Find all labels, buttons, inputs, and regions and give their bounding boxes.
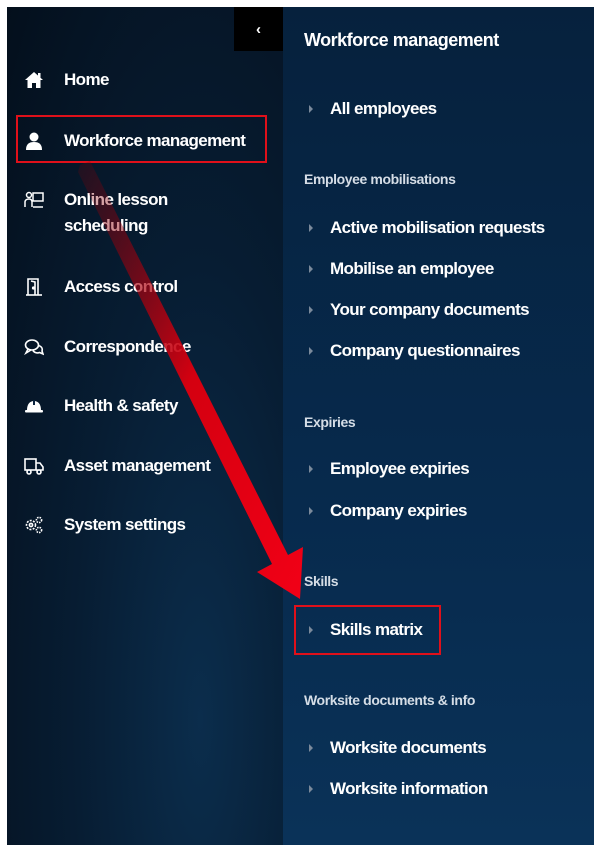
app-window: ‹ Home Workforce management Online lesso… bbox=[7, 7, 594, 845]
caret-right-icon bbox=[309, 507, 313, 515]
caret-right-icon bbox=[309, 265, 313, 273]
sidebar-item-health-safety[interactable]: Health & safety bbox=[7, 393, 283, 421]
submenu-link-employee-expiries[interactable]: Employee expiries bbox=[304, 456, 470, 482]
sidebar-item-label-line1: Online lesson bbox=[64, 190, 168, 209]
submenu-link-worksite-information[interactable]: Worksite information bbox=[304, 776, 488, 802]
caret-right-icon bbox=[309, 306, 313, 314]
chevron-left-icon: ‹ bbox=[256, 20, 261, 38]
sidebar-item-label: Home bbox=[64, 70, 109, 89]
submenu-title: Workforce management bbox=[304, 30, 499, 50]
door-icon bbox=[23, 276, 45, 298]
sidebar-item-label: Access control bbox=[64, 277, 178, 296]
hard-hat-icon bbox=[23, 395, 45, 417]
submenu-link-worksite-documents[interactable]: Worksite documents bbox=[304, 735, 487, 761]
submenu-link-mobilise-an-employee[interactable]: Mobilise an employee bbox=[304, 256, 494, 282]
submenu-link-all-employees[interactable]: All employees bbox=[304, 96, 437, 122]
submenu-link-your-company-documents[interactable]: Your company documents bbox=[304, 297, 530, 323]
truck-icon bbox=[23, 455, 45, 477]
section-title-skills: Skills bbox=[304, 573, 339, 589]
home-icon bbox=[23, 69, 45, 91]
sidebar-item-access-control[interactable]: Access control bbox=[7, 274, 283, 302]
chat-icon bbox=[23, 336, 45, 358]
cogs-icon bbox=[23, 514, 45, 536]
section-title-expiries: Expiries bbox=[304, 414, 356, 430]
sidebar-item-asset-management[interactable]: Asset management bbox=[7, 453, 283, 481]
submenu-link-company-questionnaires[interactable]: Company questionnaires bbox=[304, 338, 521, 364]
submenu-link-active-mobilisation-requests[interactable]: Active mobilisation requests bbox=[304, 215, 545, 241]
caret-right-icon bbox=[309, 347, 313, 355]
sidebar-item-label: Correspondence bbox=[64, 337, 191, 356]
caret-right-icon bbox=[309, 224, 313, 232]
sidebar-item-label: System settings bbox=[64, 515, 186, 534]
sidebar-item-correspondence[interactable]: Correspondence bbox=[7, 334, 283, 362]
caret-right-icon bbox=[309, 785, 313, 793]
submenu-link-company-expiries[interactable]: Company expiries bbox=[304, 498, 467, 524]
sidebar-item-system-settings[interactable]: System settings bbox=[7, 512, 283, 540]
sidebar-item-online-lesson-scheduling[interactable]: Online lesson scheduling bbox=[7, 187, 283, 241]
highlight-box-skills-matrix bbox=[294, 605, 441, 655]
caret-right-icon bbox=[309, 744, 313, 752]
caret-right-icon bbox=[309, 105, 313, 113]
sidebar-item-home[interactable]: Home bbox=[7, 67, 283, 95]
collapse-sidebar-button[interactable]: ‹ bbox=[234, 7, 283, 51]
section-title-worksite-documents-info: Worksite documents & info bbox=[304, 692, 475, 708]
sidebar-item-label: Asset management bbox=[64, 456, 211, 475]
caret-right-icon bbox=[309, 465, 313, 473]
sidebar-item-label-line2: scheduling bbox=[64, 216, 148, 235]
teacher-board-icon bbox=[23, 189, 45, 211]
section-title-employee-mobilisations: Employee mobilisations bbox=[304, 171, 456, 187]
sidebar-item-label: Health & safety bbox=[64, 396, 178, 415]
highlight-box-workforce-management bbox=[16, 115, 267, 163]
